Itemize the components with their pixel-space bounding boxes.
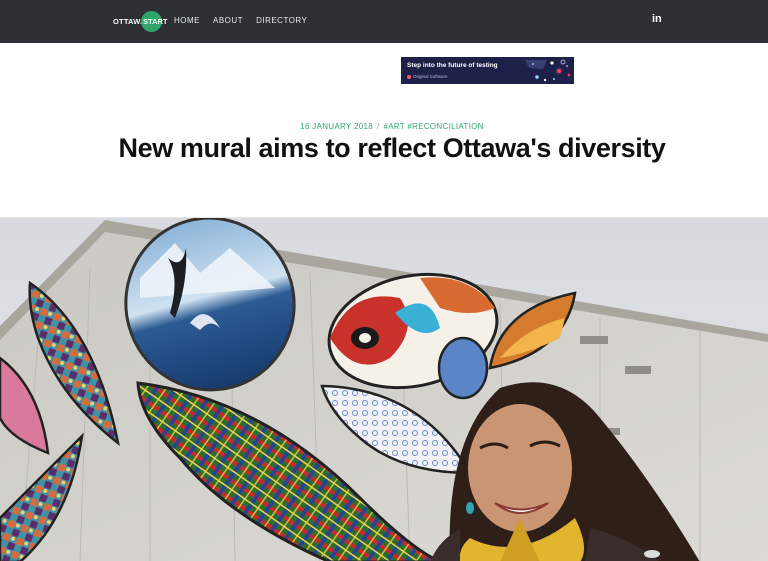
top-nav: OTTAWA START HOME ABOUT DIRECTORY in bbox=[0, 0, 768, 43]
linkedin-icon[interactable]: in bbox=[652, 13, 662, 25]
site-logo[interactable]: OTTAWA START bbox=[113, 11, 167, 32]
ad-headline: Step into the future of testing bbox=[407, 62, 498, 69]
logo-badge: START bbox=[140, 11, 167, 32]
article-title: New mural aims to reflect Ottawa's diver… bbox=[118, 133, 666, 163]
article-date: 16 JANUARY 2018 bbox=[300, 122, 373, 131]
meta-separator: / bbox=[376, 122, 380, 131]
main-menu: HOME ABOUT DIRECTORY bbox=[174, 16, 307, 25]
article-tags[interactable]: #ART #RECONCILIATION bbox=[383, 122, 483, 131]
hero-image bbox=[0, 217, 768, 561]
nav-item-directory[interactable]: DIRECTORY bbox=[256, 16, 307, 25]
brand-dot-icon bbox=[407, 74, 411, 79]
nav-item-home[interactable]: HOME bbox=[174, 16, 200, 25]
ad-banner[interactable]: Step into the future of testing Original… bbox=[401, 57, 574, 84]
nav-item-about[interactable]: ABOUT bbox=[213, 16, 243, 25]
article-meta: 16 JANUARY 2018/#ART #RECONCILIATION bbox=[0, 122, 768, 131]
ad-brand: Original Software bbox=[407, 74, 448, 79]
ad-illustration bbox=[525, 59, 571, 82]
